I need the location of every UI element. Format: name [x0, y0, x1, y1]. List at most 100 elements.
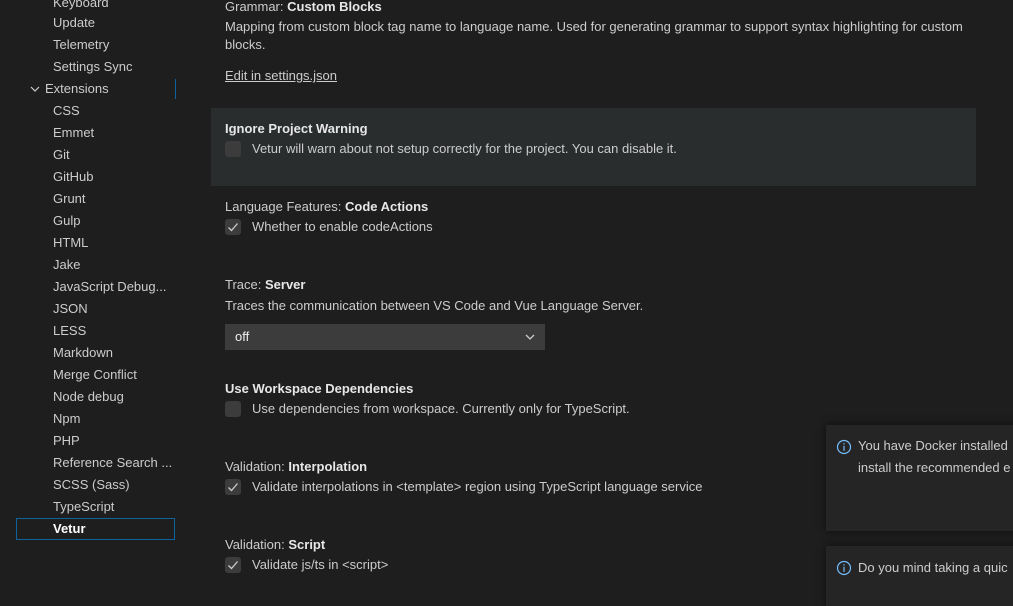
tree-item-scss[interactable]: SCSS (Sass): [0, 474, 176, 496]
tree-item-label: Jake: [53, 257, 81, 272]
setting-description: Use dependencies from workspace. Current…: [252, 401, 630, 416]
chevron-down-icon: [524, 331, 536, 346]
tree-item-gulp[interactable]: Gulp: [0, 210, 176, 232]
checkbox-row: Whether to enable codeActions: [225, 217, 985, 239]
setting-category: Validation:: [225, 459, 289, 474]
setting-name: Use Workspace Dependencies: [225, 381, 414, 396]
tree-item-label: Merge Conflict: [53, 367, 137, 382]
checkbox-row: Use dependencies from workspace. Current…: [225, 399, 985, 421]
tree-item-label: Gulp: [53, 213, 81, 228]
check-icon: [228, 483, 238, 492]
tree-item-javascript-debug[interactable]: JavaScript Debug...: [0, 276, 176, 298]
tree-item-npm[interactable]: Npm: [0, 408, 176, 430]
setting-name: Code Actions: [344, 199, 429, 214]
setting-description: Validate interpolations in <template> re…: [252, 479, 703, 494]
setting-name: Script: [288, 537, 326, 552]
check-icon: [228, 561, 238, 570]
setting-category: Grammar:: [225, 0, 288, 14]
info-icon: [836, 560, 852, 576]
tree-item-php[interactable]: PHP: [0, 430, 176, 452]
tree-item-label: SCSS (Sass): [53, 477, 130, 492]
setting-use-workspace-dependencies: Use Workspace Dependencies Use dependenc…: [225, 379, 985, 421]
ignore-warning-checkbox[interactable]: [225, 141, 241, 157]
setting-title: Ignore Project Warning: [225, 119, 985, 139]
tree-item-emmet[interactable]: Emmet: [0, 122, 176, 144]
setting-name: Ignore Project Warning: [225, 121, 368, 136]
tree-item-label: Vetur: [53, 521, 86, 536]
notification-message: Do you mind taking a quic: [858, 560, 1008, 575]
select-value: off: [235, 329, 250, 344]
tree-item-label: Npm: [53, 411, 81, 426]
setting-title: Use Workspace Dependencies: [225, 379, 985, 399]
tree-item-label: Settings Sync: [53, 59, 133, 74]
setting-code-actions: Language Features: Code Actions Whether …: [225, 197, 985, 239]
tree-item-label: Emmet: [53, 125, 95, 140]
trace-server-select[interactable]: off: [225, 324, 545, 350]
tree-item-github[interactable]: GitHub: [0, 166, 176, 188]
tree-item-json[interactable]: JSON: [0, 298, 176, 320]
workspace-deps-checkbox[interactable]: [225, 401, 241, 417]
setting-description: Vetur will warn about not setup correctl…: [252, 141, 677, 156]
tree-item-css[interactable]: CSS: [0, 100, 176, 122]
info-icon: [836, 439, 852, 455]
tree-item-label: PHP: [53, 433, 80, 448]
tree-item-label: Markdown: [53, 345, 113, 360]
tree-item-update[interactable]: Update: [0, 12, 176, 34]
tree-item-label: CSS: [53, 103, 80, 118]
checkbox-row: Vetur will warn about not setup correctl…: [225, 139, 985, 161]
setting-description: Validate js/ts in <script>: [252, 557, 389, 572]
setting-title: Language Features: Code Actions: [225, 197, 985, 217]
tree-item-label: Node debug: [53, 389, 124, 404]
setting-name: Interpolation: [288, 459, 368, 474]
tree-item-label: JavaScript Debug...: [53, 279, 167, 294]
tree-item-git[interactable]: Git: [0, 144, 176, 166]
settings-tree: Keyboard Update Telemetry Settings Sync …: [0, 0, 176, 588]
tree-item-vetur[interactable]: Vetur: [16, 518, 175, 540]
notification-docker[interactable]: You have Docker installed install the re…: [826, 425, 1013, 531]
tree-group-extensions[interactable]: Extensions: [0, 78, 176, 100]
tree-item-label: LESS: [53, 323, 87, 338]
setting-ignore-project-warning: Ignore Project Warning Vetur will warn a…: [225, 119, 985, 161]
setting-name: Server: [264, 277, 306, 292]
tree-focus-indicator: [175, 79, 176, 99]
setting-grammar-custom-blocks: Grammar: Custom Blocks Mapping from cust…: [225, 0, 985, 85]
tree-item-telemetry[interactable]: Telemetry: [0, 34, 176, 56]
tree-item-reference-search[interactable]: Reference Search ...: [0, 452, 176, 474]
interpolation-checkbox[interactable]: [225, 479, 241, 495]
notification-message: install the recommended e: [858, 460, 1011, 475]
tree-item-label: Telemetry: [53, 37, 110, 52]
tree-item-jake[interactable]: Jake: [0, 254, 176, 276]
tree-item-grunt[interactable]: Grunt: [0, 188, 176, 210]
setting-category: Trace:: [225, 277, 265, 292]
setting-description: Whether to enable codeActions: [252, 219, 433, 234]
edit-in-settings-json-link[interactable]: Edit in settings.json: [225, 68, 337, 83]
setting-trace-server: Trace: Server Traces the communication b…: [225, 275, 985, 315]
check-icon: [228, 223, 238, 232]
tree-item-label: Git: [53, 147, 70, 162]
notification-survey[interactable]: Do you mind taking a quic: [826, 546, 1013, 606]
tree-item-label: Update: [53, 15, 95, 30]
setting-title: Grammar: Custom Blocks: [225, 0, 985, 17]
code-actions-checkbox[interactable]: [225, 219, 241, 235]
tree-item-label: GitHub: [53, 169, 94, 184]
tree-item-label: Reference Search ...: [53, 455, 173, 470]
chevron-down-icon: [28, 78, 42, 100]
tree-item-markdown[interactable]: Markdown: [0, 342, 176, 364]
tree-item-node-debug[interactable]: Node debug: [0, 386, 176, 408]
setting-category: Validation:: [225, 537, 289, 552]
setting-name: Custom Blocks: [287, 0, 382, 14]
tree-item-merge-conflict[interactable]: Merge Conflict: [0, 364, 176, 386]
tree-item-html[interactable]: HTML: [0, 232, 176, 254]
tree-item-settings-sync[interactable]: Settings Sync: [0, 56, 176, 78]
setting-description: Traces the communication between VS Code…: [225, 298, 644, 313]
tree-item-label: TypeScript: [53, 499, 115, 514]
tree-item-label: Extensions: [45, 81, 109, 96]
notification-message: You have Docker installed: [858, 438, 1008, 453]
tree-item-less[interactable]: LESS: [0, 320, 176, 342]
tree-item-label: HTML: [53, 235, 89, 250]
setting-description: Mapping from custom block tag name to la…: [225, 19, 963, 52]
script-checkbox[interactable]: [225, 557, 241, 573]
tree-item-typescript[interactable]: TypeScript: [0, 496, 176, 518]
setting-category: Language Features:: [225, 199, 345, 214]
setting-title: Trace: Server: [225, 275, 985, 295]
